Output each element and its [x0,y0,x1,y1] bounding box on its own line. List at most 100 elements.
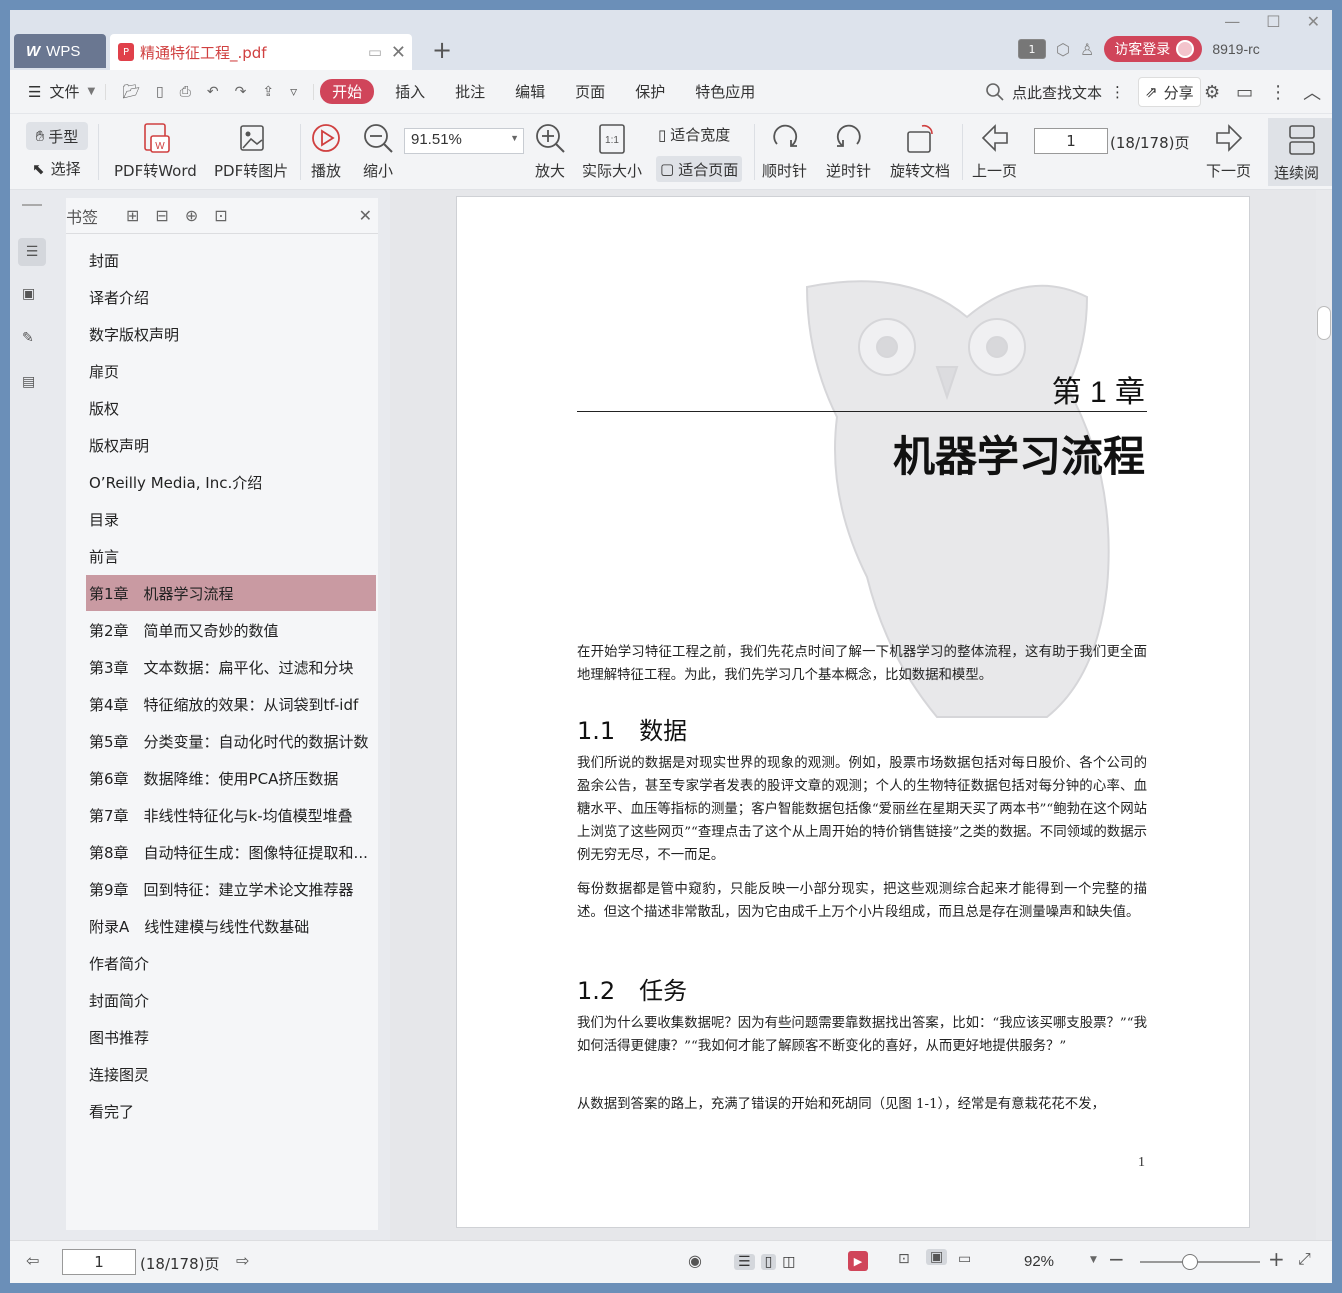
play-icon[interactable]: ▶ [848,1251,868,1271]
shirt-icon[interactable]: ♙ [1080,40,1094,59]
continuous-read-button[interactable]: 连续阅 [1268,118,1332,186]
collapse-all-icon[interactable]: ⊟ [155,206,168,225]
zoom-level[interactable]: 92% [1024,1253,1054,1270]
pin-icon[interactable]: ▭ [368,43,382,61]
bookmark-settings-icon[interactable]: ⊡ [214,206,227,225]
bookmark-item[interactable]: 版权声明 [86,427,376,463]
close-panel-icon[interactable]: ✕ [359,206,372,225]
bookmark-item[interactable]: 数字版权声明 [86,316,376,352]
next-page-button[interactable]: 下一页 [1206,122,1251,181]
bookmark-item[interactable]: ▶第2章 简单而又奇妙的数值 [86,612,376,648]
bookmark-item[interactable]: ▶第8章 自动特征生成：图像特征提取和... [86,834,376,870]
skin-icon[interactable]: ⬡ [1056,40,1070,59]
menu-page[interactable]: 页面 [560,81,620,102]
share-button[interactable]: ⇗ 分享 [1138,77,1201,107]
open-icon[interactable]: 📂︎ [122,84,140,100]
close-window-icon[interactable]: ✕ [1307,12,1320,31]
drag-handle[interactable] [22,204,42,206]
file-menu[interactable]: ☰ 文件 ▼ [10,81,105,102]
undo-icon[interactable]: ↶ [207,84,219,100]
zoom-out-icon[interactable]: − [1108,1247,1125,1271]
chevron-down-icon[interactable]: ▼ [1090,1255,1097,1265]
menu-edit[interactable]: 编辑 [500,81,560,102]
select-tool-button[interactable]: ⬉ 选择 [32,158,81,179]
add-bookmark-icon[interactable]: ⊕ [185,206,198,225]
menu-special[interactable]: 特色应用 [680,81,770,102]
search-box[interactable]: 点此查找文本 ⋮ [986,70,1125,114]
close-tab-icon[interactable]: ✕ [391,42,406,63]
hand-tool-button[interactable]: ✋︎ 手型 [26,122,88,150]
continuous-view-icon[interactable]: ☰ [734,1254,755,1270]
zoom-slider-handle[interactable] [1182,1254,1198,1270]
fit-page-icon[interactable]: ▣ [926,1249,948,1265]
pdf-to-word-button[interactable]: W PDF转Word [114,122,197,181]
play-button[interactable]: 播放 [310,122,342,181]
bookmark-item[interactable]: ▶第9章 回到特征：建立学术论文推荐器 [86,871,376,907]
annotation-icon[interactable]: ✎ [22,330,34,346]
more-vertical-icon[interactable]: ⋮ [1110,83,1125,101]
bookmark-item[interactable]: 作者简介 [86,945,376,981]
bookmark-item[interactable]: 封面 [86,242,376,278]
export-icon[interactable]: ⇪ [262,84,274,100]
bookmark-item[interactable]: 前言 [86,538,376,574]
bookmark-item[interactable]: O’Reilly Media, Inc.介绍 [86,464,376,500]
bookmark-item[interactable]: 封面简介 [86,982,376,1018]
thumbnail-icon[interactable]: ▣ [22,286,35,302]
rotate-doc-button[interactable]: 旋转文档 [890,122,950,181]
more-icon[interactable]: ▿ [290,84,297,100]
login-button[interactable]: 访客登录 [1104,36,1203,62]
eye-icon[interactable]: ◉ [688,1251,702,1270]
fullscreen-icon[interactable]: ⤢ [1298,1249,1311,1269]
redo-icon[interactable]: ↷ [235,84,247,100]
maximize-icon[interactable]: ☐ [1266,12,1280,31]
status-page-input[interactable]: 1 [62,1249,136,1275]
bookmark-item[interactable]: ▶第7章 非线性特征化与k-均值模型堆叠 [86,797,376,833]
rotate-ccw-button[interactable]: 逆时针 [826,122,871,181]
menu-annotate[interactable]: 批注 [440,81,500,102]
bookmark-item[interactable]: ▶第3章 文本数据：扁平化、过滤和分块 [86,649,376,685]
page-number-input[interactable]: 1 [1034,128,1108,154]
window-count-badge[interactable]: 1 [1018,39,1046,59]
more-icon[interactable]: ⋮ [1269,82,1287,103]
wps-home-tab[interactable]: W WPS [14,34,106,68]
zoom-select[interactable]: 91.51% ▼ [404,128,524,154]
single-page-icon[interactable]: ▯ [760,1254,777,1270]
document-tab[interactable]: P 精通特征工程_.pdf ▭ ✕ [110,34,412,70]
scroll-thumb[interactable] [1317,306,1331,340]
save-icon[interactable]: ▯ [156,84,164,100]
collapse-icon[interactable]: ︿ [1303,79,1321,105]
print-icon[interactable]: ⎙ [180,84,191,100]
bookmark-item[interactable]: 图书推荐 [86,1019,376,1055]
zoom-slider[interactable] [1140,1261,1260,1263]
arrow-left-icon[interactable]: ⇦ [26,1251,39,1270]
actual-size-icon[interactable]: ⊡ [898,1251,910,1267]
fit-width-button[interactable]: ▯ 适合宽度 [658,124,730,145]
actual-size-button[interactable]: 1:1 实际大小 [582,122,642,181]
rotate-cw-button[interactable]: 顺时针 [762,122,807,181]
bookmark-item[interactable]: 扉页 [86,353,376,389]
fit-width-icon[interactable]: ▭ [958,1251,971,1267]
bookmark-item[interactable]: 连接图灵 [86,1056,376,1092]
bookmark-item[interactable]: 目录 [86,501,376,537]
minimize-icon[interactable]: — [1224,12,1240,31]
menu-protect[interactable]: 保护 [620,81,680,102]
new-tab-button[interactable]: + [432,36,452,64]
bookmark-item[interactable]: ▶第5章 分类变量：自动化时代的数据计数 [86,723,376,759]
bookmark-item[interactable]: ▶附录A 线性建模与线性代数基础 [86,908,376,944]
signature-icon[interactable]: ▤ [22,374,35,390]
bookmark-item[interactable]: 版权 [86,390,376,426]
bookmark-item[interactable]: ▶第4章 特征缩放的效果：从词袋到tf-idf [86,686,376,722]
menu-start[interactable]: 开始 [320,79,375,104]
expand-all-icon[interactable]: ⊞ [126,206,139,225]
bookmark-item[interactable]: 看完了 [86,1093,376,1129]
fit-page-button[interactable]: ▢ 适合页面 [656,156,743,182]
comment-icon[interactable]: ▭ [1236,82,1253,103]
bookmark-item[interactable]: 译者介绍 [86,279,376,315]
bookmark-item[interactable]: ▶第6章 数据降维：使用PCA挤压数据 [86,760,376,796]
arrow-right-icon[interactable]: ⇨ [236,1251,249,1270]
zoom-in-button[interactable]: 放大 [534,122,566,181]
pdf-to-image-button[interactable]: PDF转图片 [214,122,288,181]
gear-icon[interactable]: ⚙ [1204,82,1220,103]
zoom-in-icon[interactable]: + [1268,1247,1285,1271]
two-page-icon[interactable]: ◫ [782,1254,795,1270]
